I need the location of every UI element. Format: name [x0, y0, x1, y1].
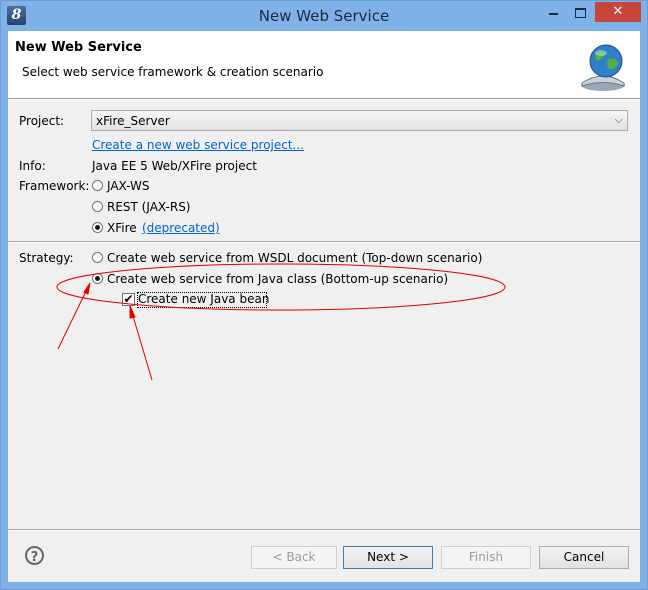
framework-xfire-label[interactable]: XFire: [107, 221, 137, 235]
chevron-down-icon: ⌵: [614, 113, 623, 126]
project-label: Project:: [19, 114, 65, 128]
create-project-link[interactable]: Create a new web service project...: [92, 138, 304, 152]
cancel-button[interactable]: Cancel: [539, 546, 629, 569]
framework-rest-label[interactable]: REST (JAX-RS): [107, 200, 191, 214]
banner-divider-highlight: [8, 99, 640, 100]
banner-title: New Web Service: [15, 40, 142, 55]
strategy-bottomup-radio[interactable]: [92, 273, 103, 284]
wizard-banner: New Web Service Select web service frame…: [8, 31, 640, 98]
framework-rest-radio[interactable]: [92, 201, 103, 212]
create-bean-label[interactable]: Create new Java bean: [138, 292, 269, 306]
back-button[interactable]: < Back: [251, 546, 337, 569]
footer-divider-highlight: [8, 530, 640, 531]
finish-button[interactable]: Finish: [441, 546, 531, 569]
close-button[interactable]: ✕: [595, 2, 641, 22]
strategy-label: Strategy:: [19, 251, 74, 265]
title-bar[interactable]: 8 New Web Service ✕: [1, 1, 647, 31]
web-service-globe-icon: [581, 44, 625, 91]
info-value: Java EE 5 Web/XFire project: [92, 159, 257, 173]
strategy-topdown-label[interactable]: Create web service from WSDL document (T…: [107, 251, 482, 265]
help-icon[interactable]: ?: [25, 546, 44, 565]
info-label: Info:: [19, 159, 46, 173]
dialog-client-area: New Web Service Select web service frame…: [8, 31, 640, 582]
framework-jaxws-radio[interactable]: [92, 180, 103, 191]
maximize-icon: [574, 8, 586, 18]
create-bean-checkbox[interactable]: ✔: [122, 293, 135, 306]
minimize-button[interactable]: [540, 2, 566, 22]
strategy-topdown-radio[interactable]: [92, 252, 103, 263]
framework-xfire-radio[interactable]: [92, 222, 103, 233]
dialog-window: 8 New Web Service ✕ New Web Service Sele…: [0, 0, 648, 590]
minimize-icon: [548, 13, 558, 15]
banner-description: Select web service framework & creation …: [22, 65, 324, 79]
maximize-button[interactable]: [567, 2, 593, 22]
checkmark-icon: ✔: [123, 292, 134, 306]
project-select[interactable]: xFire_Server ⌵: [91, 110, 628, 131]
section-divider-highlight: [8, 242, 640, 243]
next-button[interactable]: Next >: [343, 546, 433, 569]
deprecated-link[interactable]: (deprecated): [142, 221, 220, 235]
framework-jaxws-label[interactable]: JAX-WS: [107, 179, 150, 193]
project-select-value: xFire_Server: [96, 114, 170, 128]
strategy-bottomup-label[interactable]: Create web service from Java class (Bott…: [107, 272, 448, 286]
framework-label: Framework:: [19, 179, 90, 193]
